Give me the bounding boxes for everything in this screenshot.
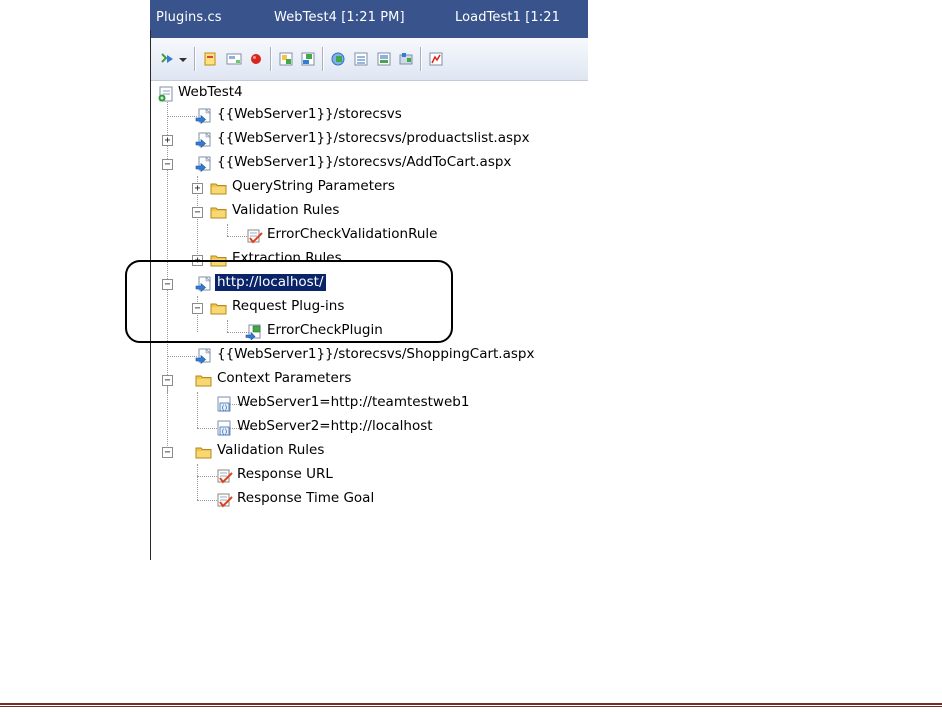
dropdown-arrow-icon[interactable] [178, 51, 188, 67]
request-icon [195, 132, 211, 148]
parameterize-icon[interactable] [330, 51, 346, 67]
tab-plugins-cs[interactable]: Plugins.cs [156, 10, 222, 25]
tree-branch [167, 116, 197, 117]
tree-root-label[interactable]: WebTest4 [178, 84, 243, 101]
validation-rule-icon [217, 469, 233, 483]
document-tab-bar: Plugins.cs WebTest4 [1:21 PM] LoadTest1 … [150, 0, 588, 38]
webtest-toolbar [150, 38, 588, 81]
validation-rule-icon [247, 229, 263, 243]
tree-guide [197, 392, 198, 428]
tree-item-request[interactable]: {{WebServer1}}/storecsvs/produactslist.a… [217, 130, 530, 147]
tree-item-folder[interactable]: QueryString Parameters [232, 178, 395, 195]
expand-icon[interactable]: + [162, 135, 173, 146]
folder-icon [210, 183, 227, 195]
validation-rule-icon [217, 493, 233, 507]
tree-item-rule[interactable]: Response Time Goal [237, 490, 374, 507]
tree-guide [167, 382, 168, 454]
insert-comment-icon[interactable] [226, 51, 242, 67]
collapse-icon[interactable]: − [162, 447, 173, 458]
set-credentials-icon[interactable] [398, 51, 414, 67]
request-icon [195, 348, 211, 364]
add-plugin-icon[interactable] [300, 51, 316, 67]
folder-icon [210, 207, 227, 219]
generate-code-icon[interactable] [428, 51, 444, 67]
footer-rule-thin [0, 706, 942, 707]
tree-item-request[interactable]: {{WebServer1}}/storecsvs [217, 106, 402, 123]
tree-item-folder[interactable]: Validation Rules [217, 442, 324, 459]
toolbar-separator [322, 47, 324, 71]
request-icon [195, 108, 211, 124]
footer-rule [0, 703, 942, 705]
folder-icon [195, 447, 212, 459]
add-request-icon[interactable] [202, 51, 218, 67]
add-datasource-icon[interactable] [353, 51, 369, 67]
tree-item-parameter[interactable]: WebServer1=http://teamtestweb1 [237, 394, 469, 411]
tree-branch [167, 356, 197, 357]
toolbar-separator [420, 47, 422, 71]
add-transaction-icon[interactable] [278, 51, 294, 67]
collapse-icon[interactable]: − [162, 159, 173, 170]
webtest-icon [158, 86, 173, 102]
tab-loadtest1[interactable]: LoadTest1 [1:21 [455, 10, 560, 25]
request-icon [195, 156, 211, 172]
tree-item-rule[interactable]: Response URL [237, 466, 333, 483]
tree-guide [197, 464, 198, 500]
tree-item-parameter[interactable]: WebServer2=http://localhost [237, 418, 433, 435]
expand-icon[interactable]: + [192, 183, 203, 194]
tree-item-request[interactable]: {{WebServer1}}/storecsvs/ShoppingCart.as… [217, 346, 534, 363]
record-icon[interactable] [248, 51, 264, 67]
collapse-icon[interactable]: − [192, 207, 203, 218]
tree-item-rule[interactable]: ErrorCheckValidationRule [267, 226, 437, 243]
folder-icon [195, 375, 212, 387]
run-test-icon[interactable] [160, 51, 176, 67]
add-context-param-icon[interactable] [376, 51, 392, 67]
tree-guide [227, 224, 228, 236]
highlight-callout [125, 260, 453, 343]
tree-item-request[interactable]: {{WebServer1}}/storecsvs/AddToCart.aspx [217, 154, 511, 171]
toolbar-separator [194, 47, 196, 71]
tree-item-folder[interactable]: Validation Rules [232, 202, 339, 219]
context-parameter-icon [217, 396, 231, 412]
context-parameter-icon [217, 420, 231, 436]
tree-item-folder[interactable]: Context Parameters [217, 370, 351, 387]
collapse-icon[interactable]: − [162, 375, 173, 386]
tab-webtest4[interactable]: WebTest4 [1:21 PM] [274, 10, 405, 25]
toolbar-separator [270, 47, 272, 71]
